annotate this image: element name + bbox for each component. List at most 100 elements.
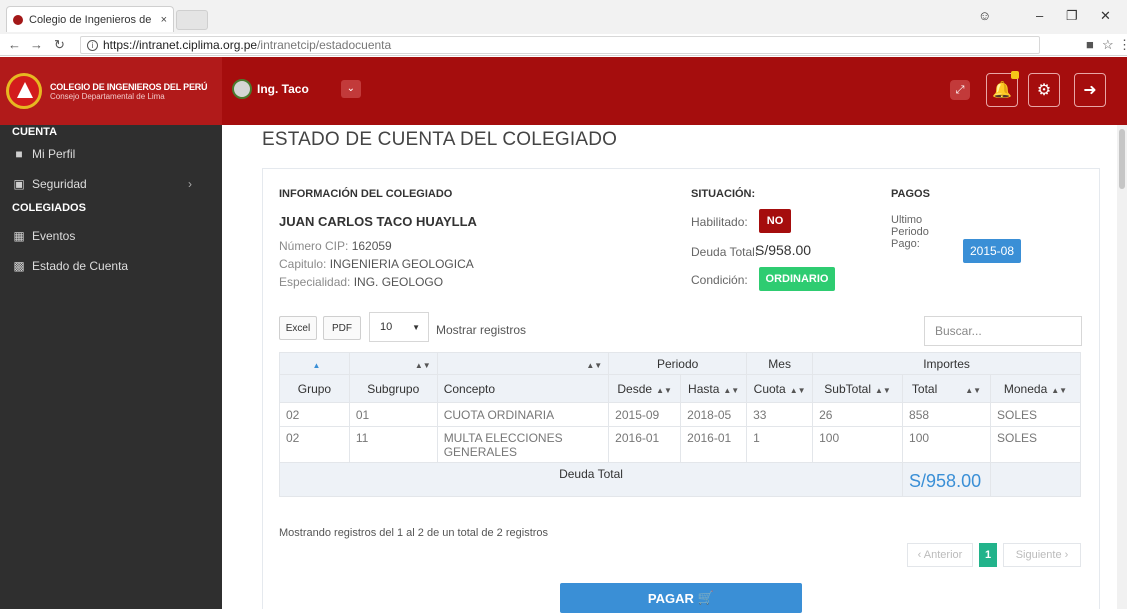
chevron-down-icon: ▼ bbox=[412, 322, 420, 332]
column-header-cuota[interactable]: Cuota ▲▼ bbox=[746, 374, 814, 403]
site-favicon-icon bbox=[13, 14, 23, 25]
ultimo-periodo-label: Ultimo Periodo Pago: bbox=[891, 214, 929, 250]
url-field[interactable]: i https://intranet.ciplima.org.pe/intran… bbox=[80, 36, 1040, 54]
deuda-total-value: S/958.00 bbox=[755, 242, 812, 258]
fullscreen-button[interactable]: ⤢ bbox=[950, 80, 970, 100]
cell-subtotal: 26 bbox=[812, 402, 904, 427]
account-card: INFORMACIÓN DEL COLEGIADO JUAN CARLOS TA… bbox=[262, 168, 1100, 613]
cell-subtotal: 100 bbox=[812, 426, 904, 463]
pagination-page-1[interactable]: 1 bbox=[979, 543, 997, 567]
sort-icon: ▲▼ bbox=[789, 385, 806, 395]
user-menu[interactable]: Ing. Taco ⌄ bbox=[232, 79, 361, 99]
sidebar-item-eventos[interactable]: ▦ Eventos bbox=[0, 221, 222, 251]
column-header-moneda[interactable]: Moneda ▲▼ bbox=[990, 374, 1081, 403]
showing-records-text: Mostrando registros del 1 al 2 de un tot… bbox=[279, 527, 549, 539]
page-scrollbar[interactable] bbox=[1117, 125, 1127, 609]
cell-subgrupo: 01 bbox=[348, 402, 438, 427]
pagination-next[interactable]: Siguiente › bbox=[1003, 543, 1081, 567]
search-input[interactable]: Buscar... bbox=[924, 316, 1082, 346]
sidebar-item-mi-perfil[interactable]: ■ Mi Perfil bbox=[0, 139, 222, 169]
column-header-subgrupo[interactable]: Subgrupo bbox=[348, 374, 438, 403]
avatar bbox=[232, 79, 252, 99]
bell-icon: 🔔 bbox=[992, 82, 1012, 99]
account-icon[interactable]: ☺ bbox=[978, 8, 991, 23]
sort-subgrupo[interactable]: ▲▼ bbox=[348, 352, 438, 375]
export-pdf-button[interactable]: PDF bbox=[323, 316, 361, 340]
footer-empty-cell bbox=[990, 462, 1081, 497]
sidebar-item-seguridad[interactable]: ▣ Seguridad › bbox=[0, 169, 222, 199]
cell-moneda: SOLES bbox=[990, 426, 1081, 463]
brand[interactable]: COLEGIO DE INGENIEROS DEL PERÚ Consejo D… bbox=[0, 57, 222, 125]
pagination-prev[interactable]: ‹ Anterior bbox=[907, 543, 973, 567]
sort-concepto[interactable]: ▲▼ bbox=[436, 352, 610, 375]
situacion-section-label: SITUACIÓN: bbox=[691, 188, 756, 200]
deuda-total-label: Deuda Total: bbox=[691, 245, 759, 259]
column-header-concepto[interactable]: Concepto bbox=[436, 374, 610, 403]
column-header-grupo[interactable]: Grupo bbox=[279, 374, 350, 403]
minimize-icon[interactable]: – bbox=[1036, 8, 1043, 23]
member-name: JUAN CARLOS TACO HUAYLLA bbox=[279, 214, 477, 229]
menu-dots-icon[interactable]: ⋮ bbox=[1118, 37, 1127, 53]
cell-grupo: 02 bbox=[279, 426, 350, 463]
sign-out-icon: ➜ bbox=[1083, 82, 1097, 99]
cip-logo bbox=[6, 73, 42, 109]
extension-icon[interactable]: ■ bbox=[1086, 37, 1094, 52]
forward-icon[interactable]: → bbox=[30, 37, 43, 52]
gear-icon: ⚙ bbox=[1036, 82, 1052, 99]
browser-tab-strip: Colegio de Ingenieros de × ☺ – ❐ ✕ bbox=[0, 0, 1127, 34]
bar-chart-icon: ▩ bbox=[13, 259, 25, 273]
condicion-badge: ORDINARIO bbox=[759, 267, 835, 291]
sidebar-item-estado-de-cuenta[interactable]: ▩ Estado de Cuenta bbox=[0, 251, 222, 281]
column-header-desde[interactable]: Desde ▲▼ bbox=[608, 374, 682, 403]
tab-close-icon[interactable]: × bbox=[161, 14, 167, 26]
restore-icon[interactable]: ❐ bbox=[1066, 8, 1078, 24]
capitulo: Capitulo: INGENIERIA GEOLOGICA bbox=[279, 257, 474, 271]
sidebar-section-cuenta: CUENTA bbox=[12, 126, 58, 138]
group-header-periodo: Periodo bbox=[608, 352, 748, 375]
table-footer-row: Deuda Total S/958.00 bbox=[278, 462, 1081, 497]
brand-subtitle: Consejo Departamental de Lima bbox=[50, 91, 165, 101]
new-tab-button[interactable] bbox=[176, 10, 208, 30]
pagos-section-label: PAGOS bbox=[891, 188, 930, 200]
sort-icon: ▲▼ bbox=[965, 385, 982, 395]
sort-icon: ▲▼ bbox=[723, 385, 740, 395]
logout-button[interactable]: ➜ bbox=[1074, 73, 1106, 107]
page-size-select[interactable]: 10 ▼ bbox=[369, 312, 429, 342]
lock-icon: ▣ bbox=[13, 177, 25, 191]
cell-total: 100 bbox=[902, 426, 991, 463]
group-header-importes: Importes bbox=[812, 352, 1081, 375]
cell-grupo: 02 bbox=[279, 402, 350, 427]
user-icon: ■ bbox=[15, 147, 23, 161]
back-icon[interactable]: ← bbox=[8, 37, 21, 52]
table-row: 02 01 CUOTA ORDINARIA 2015-09 2018-05 33… bbox=[279, 402, 1081, 427]
browser-tab[interactable]: Colegio de Ingenieros de × bbox=[6, 6, 174, 32]
notifications-button[interactable]: 🔔 bbox=[986, 71, 1019, 107]
export-excel-button[interactable]: Excel bbox=[279, 316, 317, 340]
chevron-right-icon: › bbox=[188, 177, 192, 191]
cell-cuota: 33 bbox=[746, 402, 814, 427]
close-window-icon[interactable]: ✕ bbox=[1100, 8, 1111, 24]
account-table: ▲ ▲▼ ▲▼ Periodo Mes Importes Grupo Subgr… bbox=[278, 352, 1081, 497]
notification-dot bbox=[1011, 71, 1019, 79]
calendar-icon: ▦ bbox=[13, 229, 25, 243]
column-header-subtotal[interactable]: SubTotal ▲▼ bbox=[812, 374, 904, 403]
cell-concepto: MULTA ELECCIONES GENERALES bbox=[436, 426, 610, 463]
url-host: https://intranet.ciplima.org.pe bbox=[103, 38, 258, 52]
cip-number: Número CIP: 162059 bbox=[279, 239, 392, 253]
chevron-down-icon[interactable]: ⌄ bbox=[340, 80, 361, 98]
cell-total: 858 bbox=[902, 402, 991, 427]
column-header-hasta[interactable]: Hasta ▲▼ bbox=[680, 374, 748, 403]
cell-desde: 2015-09 bbox=[608, 402, 682, 427]
scrollbar-thumb[interactable] bbox=[1119, 129, 1125, 189]
reload-icon[interactable]: ↻ bbox=[54, 37, 65, 53]
page-size-value: 10 bbox=[380, 321, 393, 333]
bookmark-star-icon[interactable]: ☆ bbox=[1102, 37, 1114, 53]
sidebar-item-label: Eventos bbox=[32, 229, 76, 243]
settings-button[interactable]: ⚙ bbox=[1028, 73, 1060, 107]
site-info-icon[interactable]: i bbox=[87, 39, 98, 51]
column-header-total[interactable]: Total ▲▼ bbox=[902, 374, 991, 403]
cell-cuota: 1 bbox=[746, 426, 814, 463]
sort-grupo[interactable]: ▲ bbox=[279, 352, 350, 375]
cell-concepto: CUOTA ORDINARIA bbox=[436, 402, 610, 427]
browser-tab-title: Colegio de Ingenieros de bbox=[29, 13, 152, 26]
